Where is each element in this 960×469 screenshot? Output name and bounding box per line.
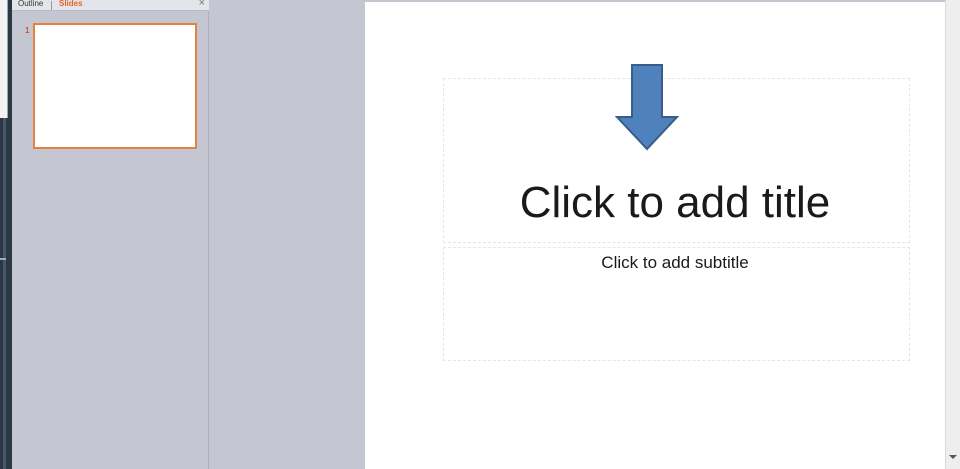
slide-thumbnail-number: 1 (25, 26, 30, 35)
tab-slides[interactable]: Slides (59, 0, 83, 9)
down-arrow-shape[interactable] (615, 62, 679, 152)
slide-editing-area: Click to add title Click to add subtitle (210, 0, 945, 469)
background-stripe (3, 118, 6, 469)
close-icon[interactable]: × (199, 0, 205, 9)
chevron-down-icon[interactable] (949, 455, 957, 459)
subtitle-text[interactable]: Click to add subtitle (365, 253, 945, 273)
slide-thumbnail[interactable] (33, 23, 197, 149)
tab-separator (51, 1, 52, 10)
tab-outline[interactable]: Outline (18, 0, 43, 9)
background-window-edge (0, 0, 12, 469)
background-tick (0, 258, 6, 260)
vertical-scrollbar[interactable] (945, 0, 960, 469)
slide-canvas[interactable]: Click to add title Click to add subtitle (365, 2, 945, 469)
slides-panel: Outline Slides × 1 (12, 0, 209, 469)
panel-tab-bar: Outline Slides × (12, 0, 209, 11)
title-text[interactable]: Click to add title (365, 178, 945, 228)
background-window-fragment (0, 0, 8, 118)
down-arrow-path (615, 64, 679, 151)
